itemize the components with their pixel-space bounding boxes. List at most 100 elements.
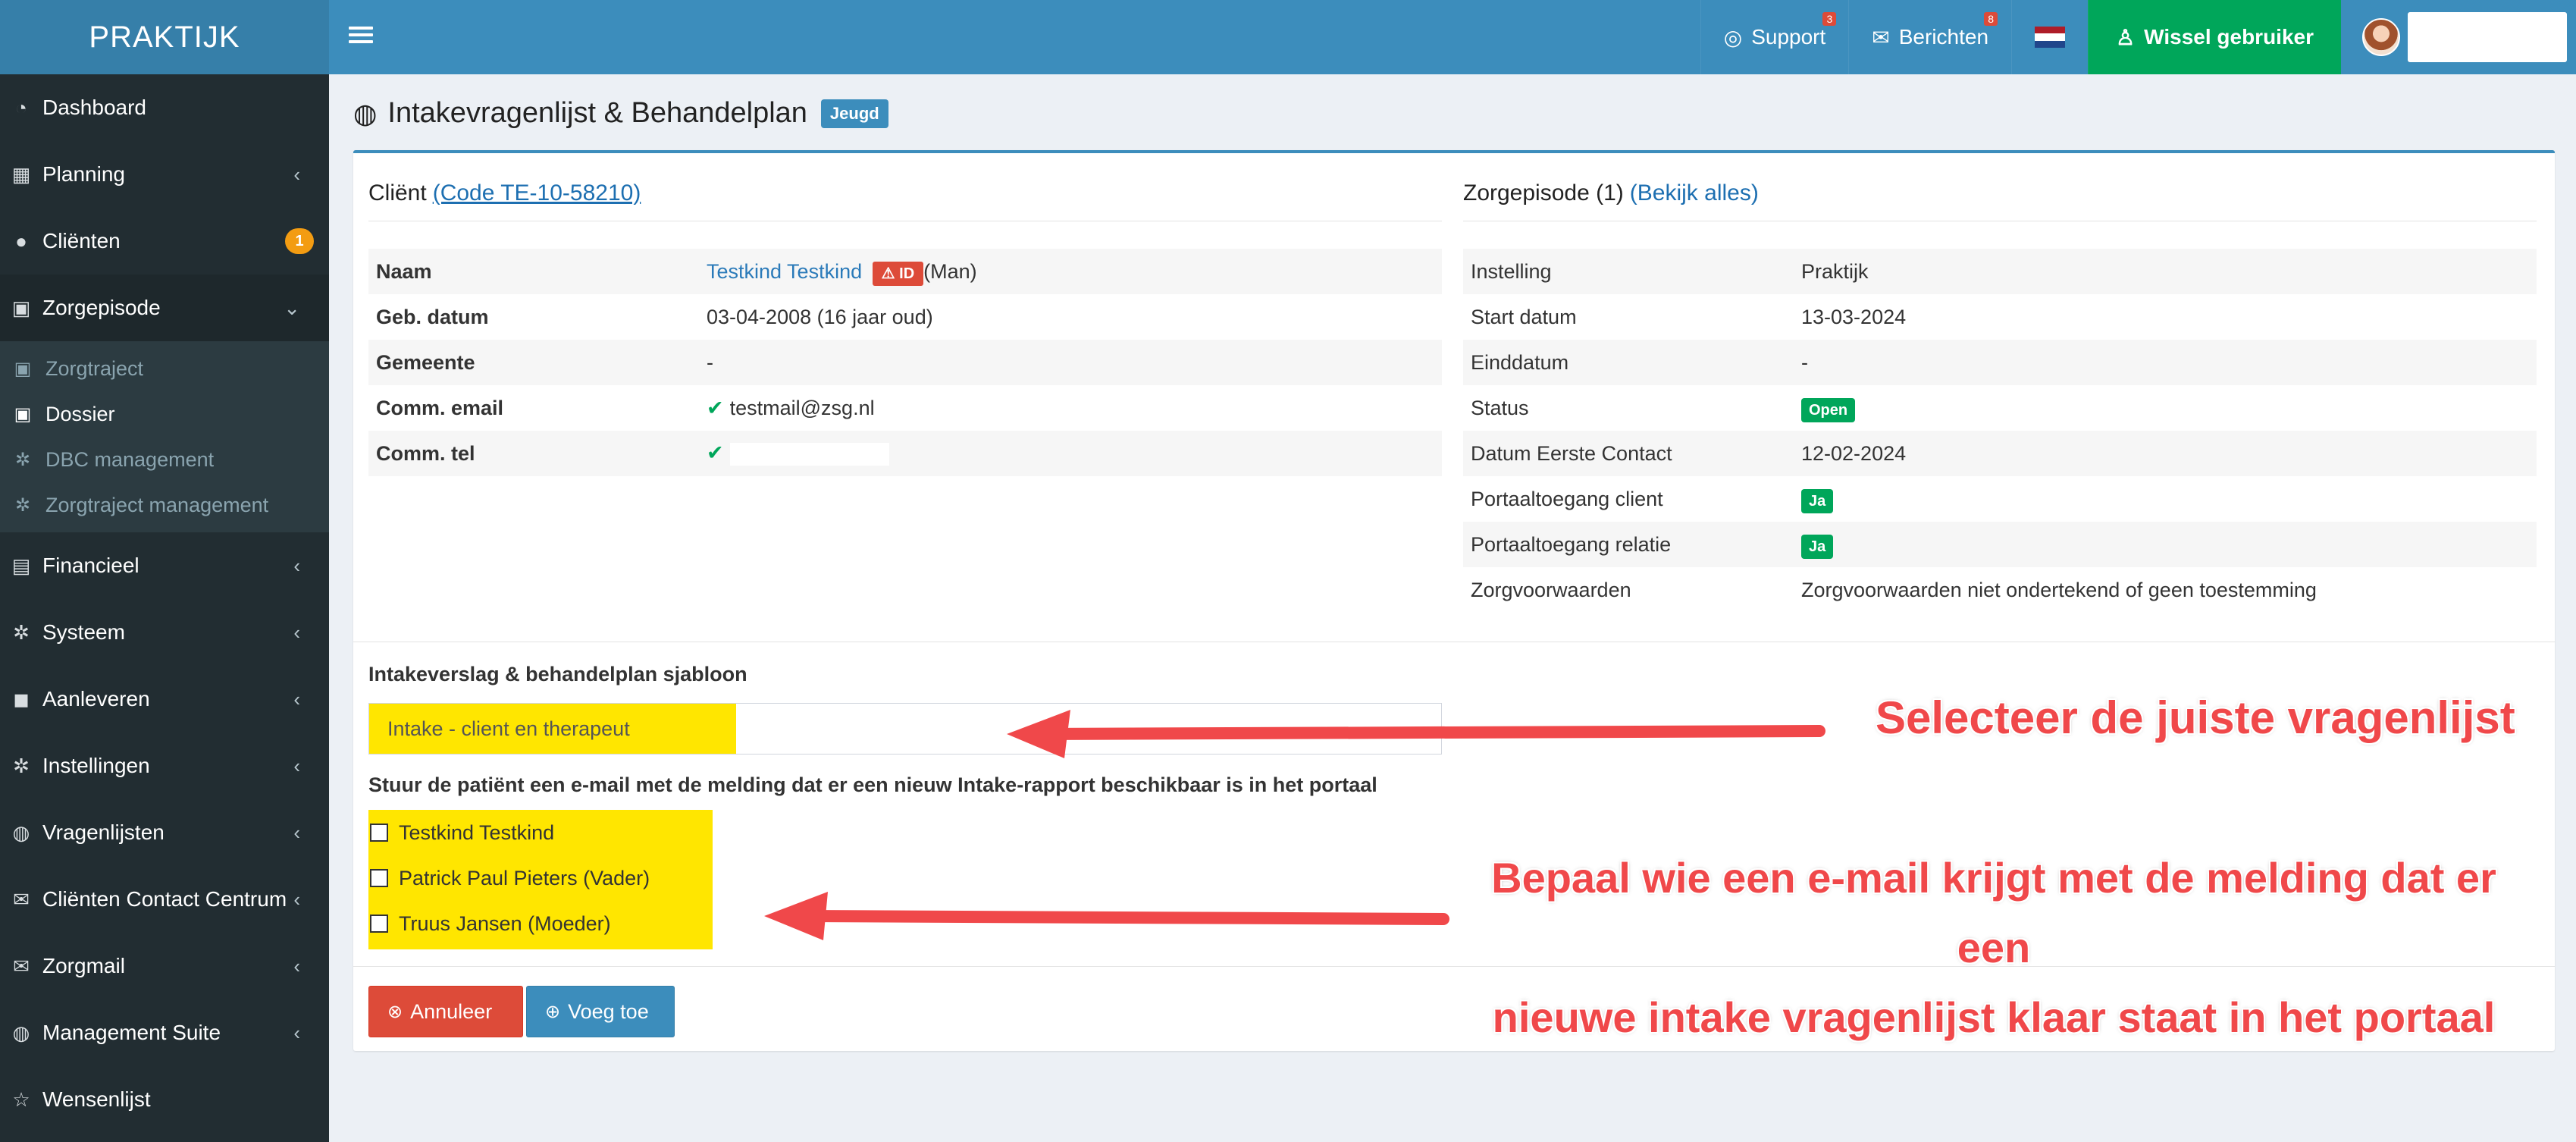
checkbox[interactable]	[370, 824, 388, 842]
table-row: Status Open	[1463, 385, 2537, 431]
app-logo[interactable]: PRAKTIJK	[0, 0, 329, 74]
sidebar-item-planning[interactable]: ▦ Planning ‹	[0, 141, 329, 208]
template-select[interactable]: Intake - client en therapeut ⌄	[368, 703, 1442, 755]
view-all-link[interactable]: (Bekijk alles)	[1630, 180, 1759, 206]
template-selected-value: Intake - client en therapeut	[369, 704, 736, 754]
status-badge: Open	[1801, 397, 1856, 422]
client-name-link[interactable]: Testkind Testkind	[707, 260, 862, 283]
sidebar-item-systeem[interactable]: ✲ Systeem ‹	[0, 599, 329, 666]
user-icon: ●	[15, 229, 27, 253]
episode-label: Instelling	[1463, 249, 1794, 294]
episode-label: Einddatum	[1463, 340, 1794, 385]
support-link[interactable]: ◎ Support 3	[1700, 0, 1849, 74]
recipient-list: Testkind Testkind Patrick Paul Pieters (…	[368, 810, 713, 949]
chevron-left-icon: ‹	[293, 954, 300, 977]
language-flag[interactable]	[2011, 0, 2088, 74]
episode-value: -	[1794, 340, 2537, 385]
sidebar-item-vragenlijsten[interactable]: ◍ Vragenlijsten ‹	[0, 799, 329, 866]
client-heading: Cliënt (Code TE-10-58210)	[368, 176, 1442, 221]
recipient-item[interactable]: Truus Jansen (Moeder)	[368, 901, 713, 946]
checkbox[interactable]	[370, 915, 388, 933]
check-circle-icon: ✔	[707, 441, 724, 465]
checkbox[interactable]	[370, 869, 388, 887]
episode-info-table: Instelling Praktijk Start datum 13-03-20…	[1463, 249, 2537, 613]
sidebar-item-label: Cliënten Contact Centrum	[42, 887, 287, 911]
table-row: Einddatum -	[1463, 340, 2537, 385]
sidebar-item-aanleveren[interactable]: ◼ Aanleveren ‹	[0, 666, 329, 733]
user-menu[interactable]	[2341, 0, 2576, 74]
table-row: Datum Eerste Contact 12-02-2024	[1463, 431, 2537, 476]
support-badge: 3	[1822, 12, 1837, 26]
sidebar-item-wensenlijst[interactable]: ☆ Wensenlijst	[0, 1066, 329, 1133]
sidebar-subitem-dbc-management[interactable]: ✲ DBC management	[0, 437, 329, 482]
gemeente-value: -	[699, 340, 1442, 385]
sidebar-item-label: Zorgmail	[42, 954, 125, 977]
top-nav-right: ◎ Support 3 ✉ Berichten 8 ♙ Wissel gebru…	[1700, 0, 2576, 74]
recipient-label: Patrick Paul Pieters (Vader)	[399, 866, 650, 889]
support-label: Support	[1751, 25, 1826, 49]
lifebuoy-icon: ◎	[1723, 25, 1743, 49]
sidebar-item-management-suite[interactable]: ◍ Management Suite ‹	[0, 999, 329, 1066]
episode-value: Zorgvoorwaarden niet ondertekend of geen…	[1794, 567, 2537, 613]
episode-label: Datum Eerste Contact	[1463, 431, 1794, 476]
chevron-left-icon: ‹	[293, 554, 300, 577]
template-label: Intakeverslag & behandelplan sjabloon	[368, 663, 747, 686]
sidebar-subitem-zorgtraject-management[interactable]: ✲ Zorgtraject management	[0, 482, 329, 528]
episode-label: Portaaltoegang relatie	[1463, 522, 1794, 567]
select-hint-annotation: Selecteer de juiste vragenlijst	[1876, 692, 2515, 743]
comm-email-cell: ✔ testmail@zsg.nl	[699, 385, 1442, 431]
gear-icon: ✲	[13, 754, 30, 777]
cancel-label: Annuleer	[410, 999, 493, 1023]
sidebar-item-label: Zorgepisode	[42, 296, 161, 319]
switch-user-button[interactable]: ♙ Wissel gebruiker	[2088, 0, 2341, 74]
sidebar-item-label: Systeem	[42, 620, 125, 644]
sidebar-item-dashboard[interactable]: ◔ Dashboard	[0, 74, 329, 141]
chevron-left-icon: ‹	[293, 820, 300, 844]
berichten-link[interactable]: ✉ Berichten 8	[1848, 0, 2011, 74]
client-code-link[interactable]: (Code TE-10-58210)	[433, 180, 641, 206]
comm-tel-cell: ✔	[699, 431, 1442, 476]
mail-hint-line: Bepaal wie een e-mail krijgt met de meld…	[1491, 854, 2496, 971]
add-button[interactable]: ⊕ Voeg toe	[526, 986, 675, 1037]
sidebar: ◔ Dashboard ▦ Planning ‹ ● Cliënten 1 ▣ …	[0, 74, 329, 1142]
sidebar-item-clienten[interactable]: ● Cliënten 1	[0, 208, 329, 275]
sidebar-item-clienten-contact-centrum[interactable]: ✉ Cliënten Contact Centrum ‹	[0, 866, 329, 933]
chevron-down-icon: ⌄	[284, 296, 300, 319]
mail-hint-annotation: Bepaal wie een e-mail krijgt met de meld…	[1456, 843, 2532, 1053]
sidebar-item-instellingen[interactable]: ✲ Instellingen ‹	[0, 733, 329, 799]
geb-datum-label: Geb. datum	[376, 305, 489, 328]
chevron-left-icon: ‹	[293, 1021, 300, 1044]
cancel-button[interactable]: ⊗ Annuleer	[368, 986, 523, 1037]
sidebar-item-zorgepisode[interactable]: ▣ Zorgepisode ⌄	[0, 275, 329, 341]
medkit-icon: ▣	[11, 296, 31, 319]
episode-value: Open	[1794, 385, 2537, 431]
recipient-item[interactable]: Patrick Paul Pieters (Vader)	[368, 855, 713, 901]
gear-icon: ✲	[14, 494, 31, 516]
envelope-icon: ✉	[1872, 25, 1890, 49]
sidebar-toggle-icon[interactable]	[349, 23, 373, 50]
sidebar-subitem-label: Dossier	[45, 402, 115, 425]
sidebar-subitem-dossier[interactable]: ▣ Dossier	[0, 391, 329, 437]
id-warning-badge[interactable]: ⚠ ID	[872, 261, 924, 286]
episode-heading-label: Zorgepisode (1)	[1463, 180, 1624, 205]
sidebar-item-label: Aanleveren	[42, 687, 150, 711]
chevron-left-icon: ‹	[293, 754, 300, 777]
sidebar-item-zorgmail[interactable]: ✉ Zorgmail ‹	[0, 933, 329, 999]
medkit-icon: ▣	[14, 358, 32, 379]
sidebar-item-financieel[interactable]: ▤ Financieel ‹	[0, 532, 329, 599]
page-title: ◍ Intakevragenlijst & Behandelplan Jeugd	[353, 97, 888, 130]
recipient-item[interactable]: Testkind Testkind	[368, 810, 713, 855]
calendar-icon: ▦	[11, 162, 31, 186]
comm-email-value: testmail@zsg.nl	[729, 396, 875, 419]
sidebar-subitem-zorgtraject[interactable]: ▣ Zorgtraject	[0, 346, 329, 391]
episode-section: Zorgepisode (1) (Bekijk alles) Instellin…	[1463, 176, 2537, 613]
episode-label: Start datum	[1471, 305, 1577, 328]
client-info-table: Naam Testkind Testkind ⚠ ID (Man) Geb. da…	[368, 249, 1442, 476]
recipient-label: Truus Jansen (Moeder)	[399, 911, 611, 935]
user-name-box	[2408, 12, 2567, 62]
sidebar-item-label: Planning	[42, 162, 125, 186]
sidebar-subitem-label: Zorgtraject management	[45, 493, 269, 516]
comm-email-label: Comm. email	[376, 396, 504, 419]
episode-value: Ja	[1794, 522, 2537, 567]
table-row: Portaaltoegang client Ja	[1463, 476, 2537, 522]
